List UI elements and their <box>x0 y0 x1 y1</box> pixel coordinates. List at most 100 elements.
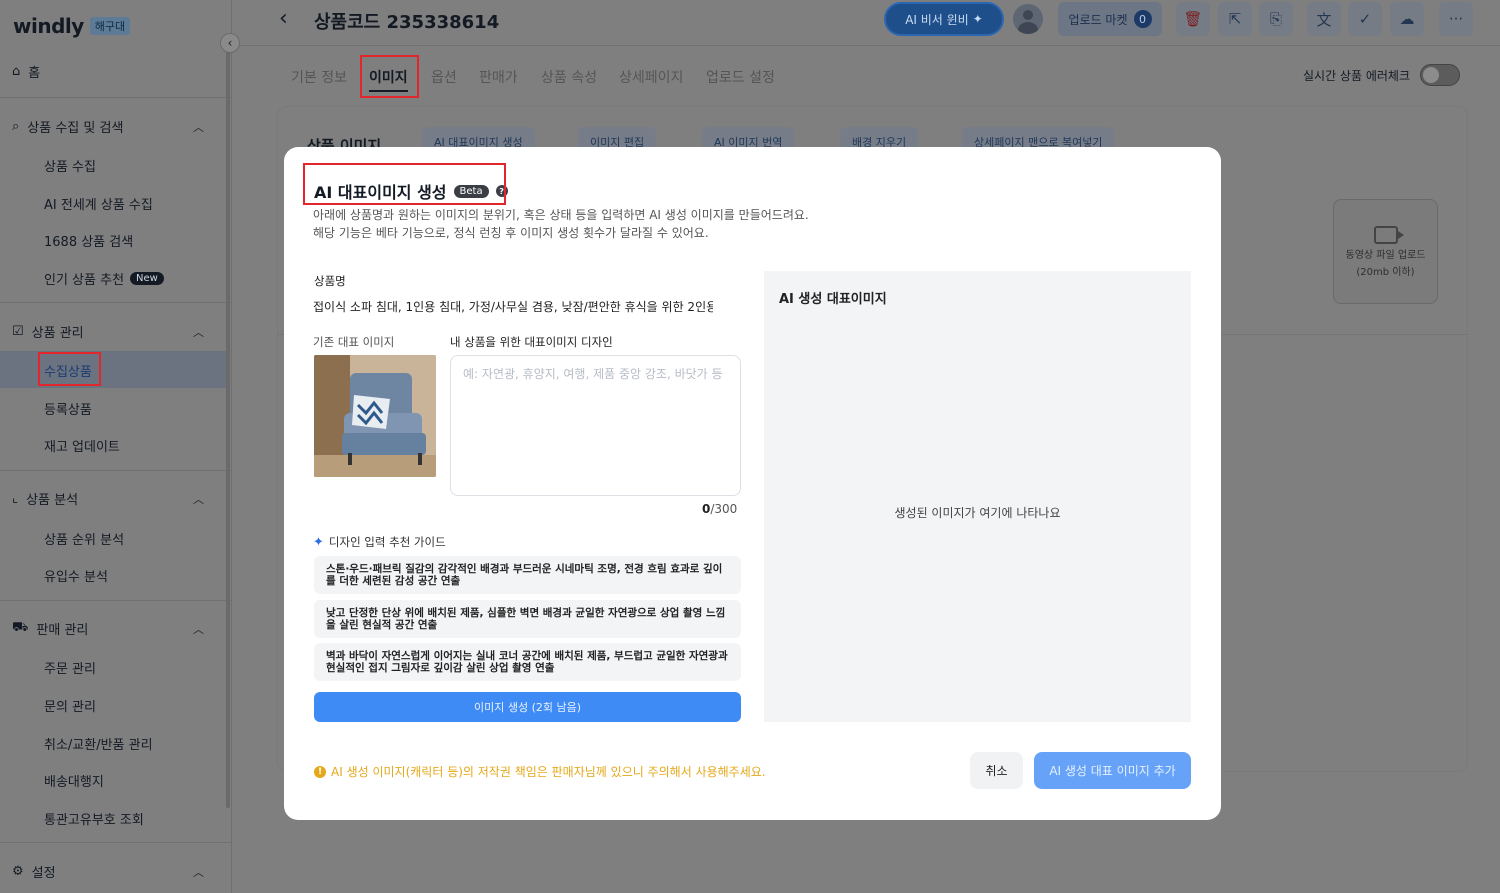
sparkle-icon: ✦ <box>972 12 983 26</box>
sidebar-item-popular[interactable]: 인기 상품 추천 New <box>44 269 164 288</box>
chevron-up-icon: ︿ <box>193 492 204 506</box>
ai-result-panel: AI 생성 대표이미지 생성된 이미지가 여기에 나타나요 <box>764 271 1191 722</box>
tab-basic-info[interactable]: 기본 정보 <box>291 67 347 87</box>
sidebar-item-1688[interactable]: 1688 상품 검색 <box>44 231 133 250</box>
translate-button[interactable]: 文 <box>1307 2 1341 36</box>
char-counter: 0/300 <box>702 502 737 516</box>
logo[interactable]: windly 해구대 <box>13 14 131 38</box>
guide-suggestion-1[interactable]: 스톤·우드·패브릭 질감의 감각적인 배경과 부드러운 시네마틱 조명, 전경 … <box>314 556 741 594</box>
tab-attributes[interactable]: 상품 속성 <box>541 67 597 87</box>
ai-assistant-button[interactable]: AI 비서 윈비 ✦ <box>884 2 1004 36</box>
tab-options[interactable]: 옵션 <box>431 67 457 87</box>
tab-detail-page[interactable]: 상세페이지 <box>619 67 683 87</box>
sidebar-item-registered[interactable]: 등록상품 <box>44 399 92 418</box>
realtime-check-label: 실시간 상품 에러체크 <box>1303 69 1410 83</box>
add-ai-image-button[interactable]: AI 생성 대표 이미지 추가 <box>1034 752 1191 789</box>
product-name-label: 상품명 <box>314 274 346 288</box>
file-plus-icon: ⎘ <box>1269 10 1282 28</box>
gear-icon: ⚙ <box>12 864 24 879</box>
sidebar-item-rank[interactable]: 상품 순위 분석 <box>44 529 124 548</box>
cloud-upload-button[interactable]: ☁ <box>1390 2 1424 36</box>
sidebar-item-home[interactable]: ⌂ 홈 <box>12 62 40 81</box>
upload-market-label: 업로드 마켓 <box>1068 12 1128 27</box>
more-icon: ··· <box>1448 10 1464 28</box>
guide-title: 디자인 입력 추천 가이드 <box>328 535 446 549</box>
checkbox-icon: ☑ <box>12 324 24 339</box>
chevron-up-icon: ︿ <box>193 325 204 339</box>
sidebar-section-analysis[interactable]: ⌞ 상품 분석 ︿ <box>12 489 204 508</box>
divider <box>0 97 231 98</box>
sidebar-item-forwarder[interactable]: 배송대행지 <box>44 771 104 790</box>
page-title: 상품코드 235338614 <box>314 12 500 33</box>
chevron-left-icon: ‹ <box>227 36 233 50</box>
video-upload-box[interactable]: 동영상 파일 업로드 (20mb 이하) <box>1333 199 1438 304</box>
avatar[interactable] <box>1013 4 1043 34</box>
copyright-warning: ! AI 생성 이미지(캐릭터 등)의 저작권 책임은 판매자님께 있으니 주의… <box>314 763 766 780</box>
sidebar-section-products[interactable]: ☑ 상품 관리 ︿ <box>12 322 204 341</box>
design-input[interactable] <box>450 355 741 496</box>
collapse-sidebar-button[interactable]: ‹ <box>220 33 240 53</box>
existing-image-label: 기존 대표 이미지 <box>313 335 395 349</box>
sidebar-item-customs[interactable]: 통관고유부호 조회 <box>44 809 144 828</box>
open-external-button[interactable]: ⇱ <box>1218 2 1252 36</box>
divider <box>0 600 231 601</box>
tab-upload-settings[interactable]: 업로드 설정 <box>706 67 775 87</box>
delete-button[interactable]: 🗑 <box>1176 2 1210 36</box>
more-button[interactable]: ··· <box>1439 2 1473 36</box>
highlight-box <box>360 55 419 98</box>
upload-count-badge: 0 <box>1133 10 1152 28</box>
sidebar-section-collect[interactable]: ⌕ 상품 수집 및 검색 ︿ <box>12 117 204 136</box>
warning-icon: ! <box>314 765 326 778</box>
add-file-button[interactable]: ⎘ <box>1259 2 1293 36</box>
external-link-icon: ⇱ <box>1228 10 1242 28</box>
section-title: 판매 관리 <box>36 623 89 638</box>
trash-icon: 🗑 <box>1183 10 1203 28</box>
new-badge: New <box>130 272 164 285</box>
section-title: 상품 관리 <box>31 326 84 341</box>
design-label: 내 상품을 위한 대표이미지 디자인 <box>450 335 613 349</box>
highlight-box <box>303 163 506 205</box>
sidebar-item-returns[interactable]: 취소/교환/반품 관리 <box>44 734 153 753</box>
char-max: /300 <box>710 502 738 516</box>
cloud-upload-icon: ☁ <box>1399 10 1415 28</box>
sidebar-item-inquiries[interactable]: 문의 관리 <box>44 696 96 715</box>
confirm-button[interactable]: ✓ <box>1348 2 1382 36</box>
ai-assistant-label: AI 비서 윈비 <box>905 12 969 27</box>
highlight-box <box>38 352 101 386</box>
back-arrow-icon[interactable]: ‹ <box>279 6 288 31</box>
tab-price[interactable]: 판매가 <box>479 67 518 87</box>
modal-description: 아래에 상품명과 원하는 이미지의 분위기, 혹은 상태 등을 입력하면 AI … <box>313 208 809 222</box>
sidebar-section-settings[interactable]: ⚙ 설정 ︿ <box>12 862 204 881</box>
ai-result-empty-text: 생성된 이미지가 여기에 나타나요 <box>894 506 1061 520</box>
cancel-button[interactable]: 취소 <box>970 752 1023 789</box>
upload-market-button[interactable]: 업로드 마켓 0 <box>1058 2 1162 36</box>
generate-image-button[interactable]: 이미지 생성 (2회 남음) <box>314 692 741 722</box>
sidebar-item-collect[interactable]: 상품 수집 <box>44 156 96 175</box>
sidebar-item-orders[interactable]: 주문 관리 <box>44 658 96 677</box>
sidebar-item-label: 인기 상품 추천 <box>44 273 125 288</box>
divider <box>0 842 231 843</box>
logo-badge: 해구대 <box>89 17 131 35</box>
realtime-check-toggle[interactable] <box>1420 64 1460 86</box>
section-title: 상품 분석 <box>26 493 79 508</box>
section-title: 설정 <box>31 866 56 881</box>
sidebar: windly 해구대 ⌂ 홈 ⌕ 상품 수집 및 검색 ︿ 상품 수집 AI 전세… <box>0 0 232 893</box>
divider <box>0 470 231 471</box>
divider <box>0 302 231 303</box>
sidebar-item-stock[interactable]: 재고 업데이트 <box>44 436 120 455</box>
cart-icon: ⛟ <box>12 620 29 635</box>
active-row-highlight <box>0 351 230 388</box>
guide-suggestion-2[interactable]: 낮고 단정한 단상 위에 배치된 제품, 심플한 벽면 배경과 균일한 자연광으… <box>314 600 741 638</box>
guide-suggestion-3[interactable]: 벽과 바닥이 자연스럽게 이어지는 실내 코너 공간에 배치된 제품, 부드럽고… <box>314 643 741 681</box>
video-upload-label: 동영상 파일 업로드 <box>1345 249 1426 261</box>
sidebar-item-ai-global[interactable]: AI 전세계 상품 수집 <box>44 194 153 213</box>
sidebar-section-sales[interactable]: ⛟ 판매 관리 ︿ <box>12 619 204 638</box>
sidebar-scrollbar[interactable] <box>226 48 230 808</box>
ai-result-title: AI 생성 대표이미지 <box>779 292 887 307</box>
translate-icon: 文 <box>1316 10 1332 29</box>
product-name-value: 접이식 소파 침대, 1인용 침대, 가정/사무실 겸용, 낮잠/편안한 휴식을… <box>313 300 713 314</box>
sidebar-item-traffic[interactable]: 유입수 분석 <box>44 566 108 585</box>
chevron-up-icon: ︿ <box>193 622 204 636</box>
sofa-bed-image <box>314 355 436 477</box>
check-icon: ✓ <box>1358 10 1372 28</box>
